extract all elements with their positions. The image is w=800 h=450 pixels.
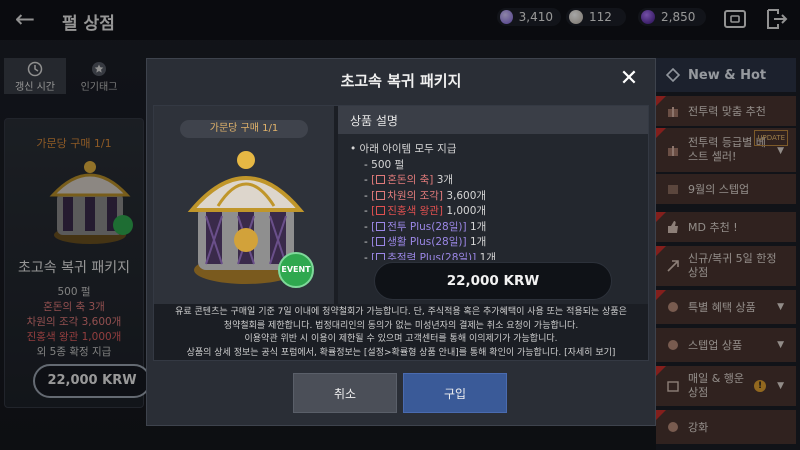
link-icon	[376, 252, 386, 260]
link-icon	[376, 206, 386, 215]
list-item-text: 1개	[479, 251, 496, 261]
list-item: - [생활 Plus(28일)] 1개	[364, 236, 487, 248]
list-item-text: 500 펄	[371, 158, 405, 171]
buy-button[interactable]: 구입	[403, 373, 507, 413]
item-link[interactable]: 혼돈의 축	[387, 174, 429, 186]
item-link[interactable]: 추적력 Plus(28일)	[387, 252, 472, 261]
product-image-panel: 가문당 구매 1/1 EVENT	[154, 106, 334, 304]
list-item-text: 아래 아이템 모두 지급	[359, 143, 457, 155]
item-link[interactable]: 전투 Plus(28일)	[387, 221, 462, 233]
description-panel: 상품 설명 • 아래 아이템 모두 지급 - 500 펄 - [혼돈의 축] 3…	[338, 106, 648, 304]
item-link[interactable]: 생활 Plus(28일)	[387, 236, 462, 248]
list-item-text: 1,000개	[446, 205, 487, 217]
item-link[interactable]: 진홍색 왕관	[387, 205, 439, 217]
item-link[interactable]: 차원의 조각	[387, 190, 439, 202]
purchase-dialog: 초고속 복귀 패키지 ✕ 가문당 구매 1/1 EVENT 상품 설명 • 아래…	[146, 58, 656, 426]
link-icon	[376, 237, 386, 246]
notice-line: 청약철회를 제한합니다. 법정대리인의 동의가 없는 미성년자의 결제는 취소 …	[223, 320, 579, 331]
cancel-button[interactable]: 취소	[293, 373, 397, 413]
notice-line: 유료 콘텐츠는 구매일 기준 7일 이내에 청약철회가 가능합니다. 단, 주식…	[175, 307, 627, 317]
list-item-text: 1개	[469, 236, 487, 248]
description-list[interactable]: • 아래 아이템 모두 지급 - 500 펄 - [혼돈의 축] 3개 - [차…	[350, 142, 640, 260]
link-icon	[376, 221, 386, 231]
close-icon[interactable]: ✕	[617, 67, 641, 91]
list-item: • 아래 아이템 모두 지급	[350, 143, 457, 155]
list-item: - [진홍색 왕관] 1,000개	[364, 205, 487, 217]
notice-line: 이용약관 위반 시 이용이 제한될 수 있으며 고객센터를 통해 이의제기가 가…	[244, 334, 558, 344]
price-display: 22,000 KRW	[374, 262, 612, 300]
list-item-text: 3개	[436, 174, 454, 186]
dialog-content: 가문당 구매 1/1 EVENT 상품 설명 • 아래 아이템 모두 지급 - …	[153, 105, 649, 361]
list-item: - 500 펄	[364, 158, 405, 171]
link-icon	[376, 175, 386, 184]
description-header: 상품 설명	[338, 106, 648, 134]
notice-line[interactable]: 상품의 상세 정보는 공식 포럼에서, 확률정보는 [설정>확률형 상품 안내]…	[162, 347, 640, 361]
link-icon	[376, 190, 386, 200]
list-item: - [추적력 Plus(28일)] 1개	[350, 251, 640, 261]
event-badge: EVENT	[278, 252, 314, 288]
pearl-shop-screen: ← 펄 상점 3,410 112 2,850 갱신 시간 인기태그 가문당 구매…	[0, 0, 800, 450]
dialog-title: 초고속 복귀 패키지	[340, 72, 462, 90]
refund-notice: 유료 콘텐츠는 구매일 기준 7일 이내에 청약철회가 가능합니다. 단, 주식…	[154, 306, 648, 360]
list-item: - [혼돈의 축] 3개	[364, 174, 454, 186]
list-item-text: 3,600개	[446, 189, 487, 202]
purchase-limit: 가문당 구매 1/1	[180, 120, 308, 138]
list-item: - [차원의 조각] 3,600개	[364, 189, 487, 202]
list-item-text: 1개	[469, 220, 487, 233]
list-item: - [전투 Plus(28일)] 1개	[364, 220, 487, 233]
